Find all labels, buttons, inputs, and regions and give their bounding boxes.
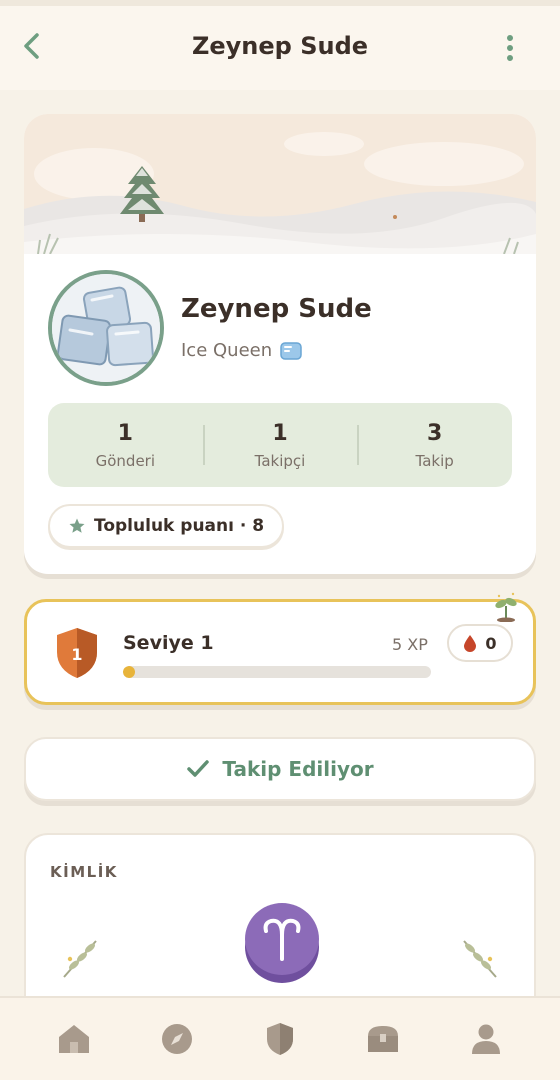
stat-followers[interactable]: 1 Takipçi: [202, 403, 358, 487]
zodiac-badge[interactable]: [244, 901, 320, 989]
xp-progress-fill: [123, 666, 136, 678]
sprout-icon: [495, 592, 517, 622]
check-icon: [187, 760, 210, 777]
kebab-menu-icon: [507, 35, 513, 61]
stat-following[interactable]: 3 Takip: [357, 403, 512, 487]
nav-shield[interactable]: [252, 1011, 308, 1067]
drop-icon: [464, 635, 477, 652]
nav-profile[interactable]: [458, 1011, 514, 1067]
home-icon: [58, 1025, 89, 1053]
stats-panel: 1 Gönderi 1 Takipçi 3 Takip: [48, 403, 512, 487]
profile-name: Zeynep Sude: [181, 294, 372, 324]
back-button[interactable]: [14, 28, 50, 64]
star-icon: [69, 518, 85, 533]
level-badge-number: 1: [71, 645, 82, 664]
stat-posts[interactable]: 1 Gönderi: [48, 403, 203, 487]
nav-home[interactable]: [46, 1011, 102, 1067]
level-card[interactable]: 1 Seviye 1 5 XP 0: [24, 592, 536, 705]
drops-counter[interactable]: 0: [447, 624, 513, 662]
nav-explore[interactable]: [149, 1011, 205, 1067]
ice-cubes-avatar-icon: [52, 274, 160, 382]
compass-icon: [161, 1024, 192, 1054]
stat-label: Takipçi: [254, 451, 306, 470]
profile-title-text: Ice Queen: [181, 340, 273, 361]
laurel-right-icon: [463, 940, 497, 978]
level-label: Seviye 1: [123, 632, 214, 654]
ice-cube-icon: [280, 341, 302, 360]
following-button[interactable]: Takip Ediliyor: [24, 737, 536, 801]
shield-icon: [266, 1023, 293, 1055]
bottom-navigation: [0, 996, 560, 1080]
level-shield-icon: 1: [57, 628, 97, 678]
xp-value: 5 XP: [392, 635, 428, 654]
community-points-text: Topluluk puanı · 8: [94, 516, 265, 536]
nav-treasure[interactable]: [355, 1011, 411, 1067]
more-options-button[interactable]: [498, 30, 522, 66]
identity-section-title: KİMLİK: [50, 863, 118, 881]
avatar[interactable]: [48, 270, 164, 386]
profile-icon: [472, 1024, 501, 1054]
profile-card: Zeynep Sude Ice Queen 1 Gönderi 1 Takipç…: [24, 114, 536, 574]
header: Zeynep Sude: [0, 6, 560, 90]
xp-progress-bar: [123, 666, 431, 678]
stat-value: 1: [117, 420, 133, 446]
chevron-left-icon: [24, 33, 39, 59]
drops-value: 0: [485, 633, 497, 653]
community-points-badge[interactable]: Topluluk puanı · 8: [48, 504, 285, 548]
profile-subtitle: Ice Queen: [181, 340, 302, 361]
following-button-label: Takip Ediliyor: [222, 757, 374, 781]
treasure-chest-icon: [368, 1026, 399, 1052]
winter-banner: [24, 114, 536, 254]
stat-label: Takip: [415, 451, 454, 470]
laurel-left-icon: [63, 940, 97, 978]
page-title: Zeynep Sude: [191, 32, 369, 60]
stat-value: 3: [427, 420, 443, 446]
aries-icon: [245, 903, 319, 983]
stat-label: Gönderi: [95, 451, 156, 470]
stat-value: 1: [272, 420, 288, 446]
